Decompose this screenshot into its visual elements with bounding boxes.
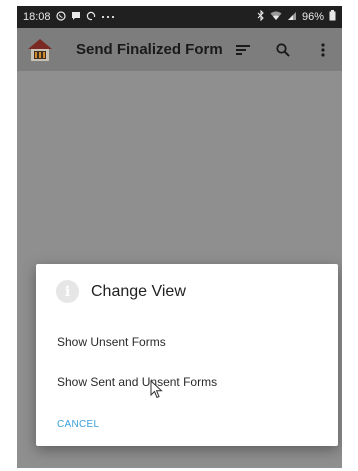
search-icon[interactable]	[272, 39, 294, 61]
wifi-icon	[270, 11, 282, 24]
app-logo-icon	[27, 37, 53, 63]
app-bar: Send Finalized Form	[17, 28, 342, 71]
battery-icon	[329, 10, 336, 24]
more-notifications-icon	[101, 11, 115, 23]
cancel-button[interactable]: CANCEL	[57, 419, 99, 430]
status-left: 18:08	[23, 10, 115, 24]
page-title: Send Finalized Form	[76, 41, 223, 58]
status-bar: 18:08 96%	[17, 6, 342, 28]
signal-icon	[287, 11, 297, 24]
message-icon	[71, 11, 81, 24]
status-time: 18:08	[23, 11, 51, 23]
info-icon: i	[56, 280, 79, 303]
bluetooth-icon	[257, 9, 265, 24]
app-bar-actions	[232, 39, 334, 61]
option-show-unsent-forms[interactable]: Show Unsent Forms	[57, 335, 166, 349]
mouse-cursor-icon	[150, 379, 164, 400]
dialog-title: Change View	[91, 282, 186, 300]
option-show-sent-and-unsent-forms[interactable]: Show Sent and Unsent Forms	[57, 375, 217, 389]
phone-screen: 18:08 96% Send Finalized Form i Change V…	[17, 6, 342, 468]
dialog-header: i Change View	[56, 280, 186, 303]
sort-icon[interactable]	[232, 39, 254, 61]
change-view-dialog: i Change View Show Unsent Forms Show Sen…	[36, 264, 338, 446]
overflow-menu-icon[interactable]	[312, 39, 334, 61]
battery-percent: 96%	[301, 11, 324, 23]
whatsapp-icon	[55, 10, 66, 24]
status-right: 96%	[257, 9, 336, 24]
sync-icon	[86, 11, 96, 24]
